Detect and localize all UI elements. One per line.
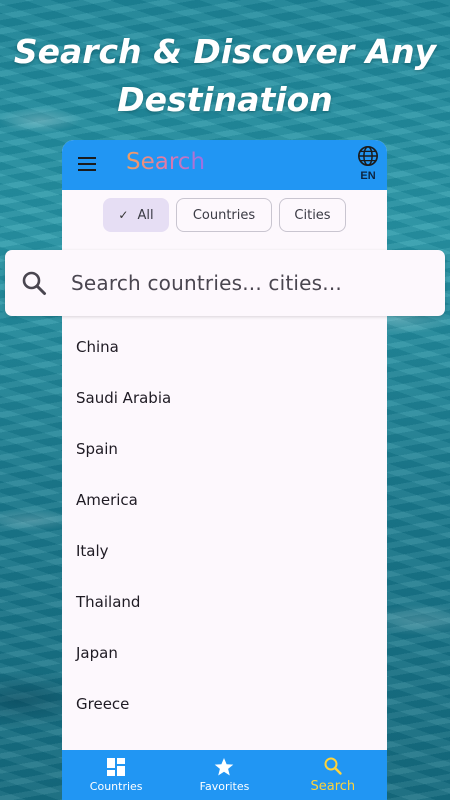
chip-countries[interactable]: Countries bbox=[176, 198, 272, 232]
app-screen: Search EN ✓ All Countries Cities China S… bbox=[62, 140, 387, 800]
globe-icon bbox=[358, 146, 378, 166]
app-bar: Search EN bbox=[62, 140, 387, 190]
search-icon[interactable] bbox=[21, 270, 47, 296]
list-item[interactable]: Spain bbox=[62, 428, 387, 479]
search-bar bbox=[5, 250, 445, 316]
language-code: EN bbox=[360, 170, 376, 182]
chip-cities[interactable]: Cities bbox=[279, 198, 346, 232]
list-item[interactable]: Thailand bbox=[62, 581, 387, 632]
country-list: China Saudi Arabia Spain America Italy T… bbox=[62, 326, 387, 734]
list-item[interactable]: Italy bbox=[62, 530, 387, 581]
list-item[interactable]: Greece bbox=[62, 683, 387, 734]
nav-search[interactable]: Search bbox=[279, 750, 387, 800]
chip-label: All bbox=[137, 207, 154, 223]
nav-countries[interactable]: Countries bbox=[62, 750, 170, 800]
check-icon: ✓ bbox=[118, 208, 129, 222]
grid-icon bbox=[107, 758, 126, 776]
headline-line-2: Destination bbox=[117, 80, 333, 119]
search-input[interactable] bbox=[71, 271, 411, 295]
nav-label: Countries bbox=[89, 780, 143, 793]
menu-icon[interactable] bbox=[78, 157, 96, 171]
filter-chips: ✓ All Countries Cities bbox=[62, 198, 387, 234]
bottom-nav: Countries Favorites Search bbox=[62, 750, 387, 800]
nav-label: Favorites bbox=[199, 780, 250, 793]
list-item[interactable]: China bbox=[62, 326, 387, 377]
search-icon bbox=[324, 757, 342, 775]
list-item[interactable]: Saudi Arabia bbox=[62, 377, 387, 428]
headline-line-1: Search & Discover Any bbox=[13, 32, 437, 71]
chip-all[interactable]: ✓ All bbox=[103, 198, 169, 232]
star-icon bbox=[215, 758, 234, 776]
list-item[interactable]: America bbox=[62, 479, 387, 530]
language-button[interactable]: EN bbox=[356, 145, 380, 182]
promo-headline: Search & Discover Any Destination bbox=[0, 28, 450, 124]
nav-label: Search bbox=[310, 779, 356, 794]
page-title: Search bbox=[126, 149, 206, 175]
nav-favorites[interactable]: Favorites bbox=[170, 750, 278, 800]
chip-label: Countries bbox=[192, 207, 256, 223]
list-item[interactable]: Japan bbox=[62, 632, 387, 683]
chip-label: Cities bbox=[294, 207, 331, 223]
